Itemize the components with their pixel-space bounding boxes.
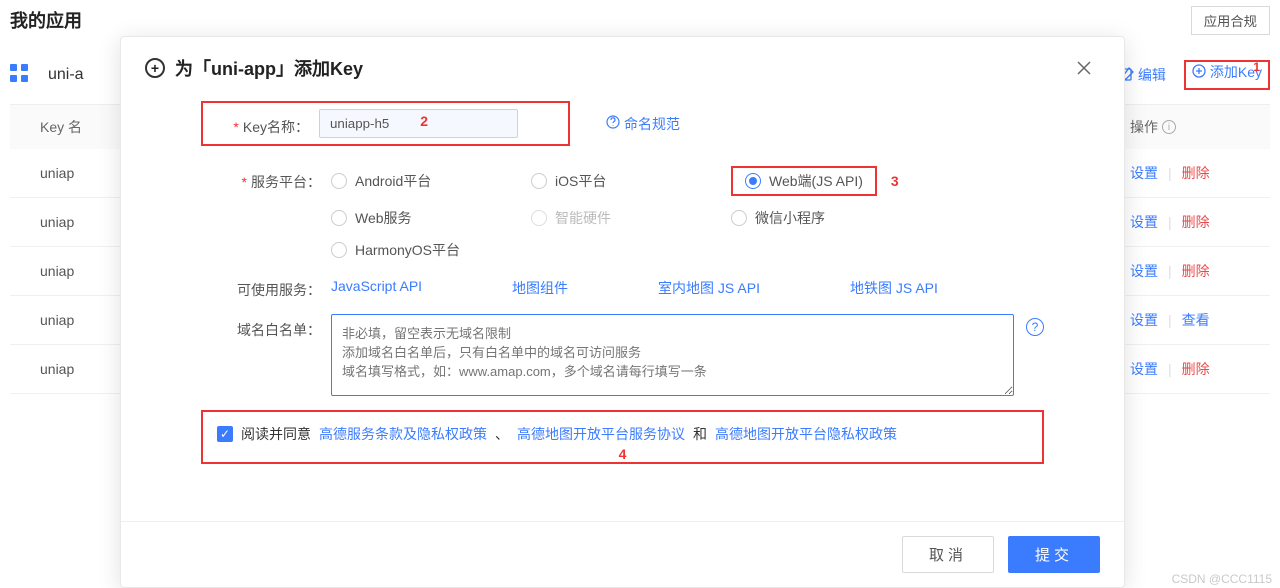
terms-link-2[interactable]: 高德地图开放平台服务协议 [517, 424, 685, 444]
close-icon[interactable] [1072, 56, 1096, 80]
row-op-second[interactable]: 删除 [1176, 359, 1210, 379]
service-link[interactable]: JavaScript API [331, 278, 422, 298]
platform-wxmini[interactable]: 微信小程序 [731, 208, 931, 228]
help-icon[interactable]: ? [1026, 318, 1044, 336]
row-op-second[interactable]: 删除 [1176, 261, 1210, 281]
annotation-box-2: *Key名称： 2 [201, 101, 570, 146]
plus-circle-icon: + [145, 58, 165, 78]
edit-app-button[interactable]: 编辑 [1120, 65, 1166, 85]
annotation-box-4: ✓ 阅读并同意 高德服务条款及隐私权政策 、 高德地图开放平台服务协议 和 高德… [201, 410, 1044, 464]
row-op-second[interactable]: 查看 [1176, 310, 1210, 330]
annotation-marker-3: 3 [891, 173, 899, 189]
annotation-marker-4: 4 [619, 446, 627, 462]
row-op-second[interactable]: 删除 [1176, 163, 1210, 183]
platform-websvc[interactable]: Web服务 [331, 208, 531, 228]
row-op-set[interactable]: 设置 [1130, 310, 1164, 330]
terms-link-3[interactable]: 高德地图开放平台隐私权政策 [715, 424, 897, 444]
add-key-button[interactable]: 添加Key [1192, 62, 1262, 82]
row-op-set[interactable]: 设置 [1130, 163, 1164, 183]
platform-webjs[interactable]: Web端(JS API) [745, 171, 863, 191]
info-icon: i [1162, 120, 1176, 134]
platform-harmony[interactable]: HarmonyOS平台 [331, 240, 531, 260]
terms-link-1[interactable]: 高德服务条款及隐私权政策 [319, 424, 487, 444]
question-circle-icon [606, 115, 620, 132]
page-title: 我的应用 [10, 7, 82, 33]
compliance-button[interactable]: 应用合规 [1191, 6, 1270, 35]
cancel-button[interactable]: 取消 [902, 536, 994, 573]
app-name: uni-a [48, 66, 84, 84]
app-grid-icon [10, 64, 28, 87]
annotation-marker-2: 2 [420, 113, 428, 129]
row-op-set[interactable]: 设置 [1130, 359, 1164, 379]
row-op-set[interactable]: 设置 [1130, 261, 1164, 281]
agree-checkbox[interactable]: ✓ [217, 426, 233, 442]
service-link[interactable]: 地图组件 [512, 278, 568, 298]
plus-circle-icon [1192, 64, 1206, 81]
add-key-modal: + 为「uni-app」添加Key *Key名称： 2 命名规范 *服务平台： … [120, 36, 1125, 588]
modal-title: + 为「uni-app」添加Key [145, 55, 363, 81]
key-name-input[interactable] [319, 109, 518, 138]
service-link[interactable]: 地铁图 JS API [850, 278, 938, 298]
row-op-second[interactable]: 删除 [1176, 212, 1210, 232]
annotation-box-3: Web端(JS API) [731, 166, 877, 196]
submit-button[interactable]: 提交 [1008, 536, 1100, 573]
platform-smarthw: 智能硬件 [531, 208, 731, 228]
service-link[interactable]: 室内地图 JS API [658, 278, 760, 298]
naming-spec-link[interactable]: 命名规范 [606, 114, 680, 134]
platform-android[interactable]: Android平台 [331, 171, 531, 191]
platform-ios[interactable]: iOS平台 [531, 171, 731, 191]
watermark: CSDN @CCC1115 [1172, 572, 1272, 586]
whitelist-textarea[interactable] [331, 314, 1014, 396]
annotation-marker-1: 1 [1253, 60, 1260, 74]
row-op-set[interactable]: 设置 [1130, 212, 1164, 232]
